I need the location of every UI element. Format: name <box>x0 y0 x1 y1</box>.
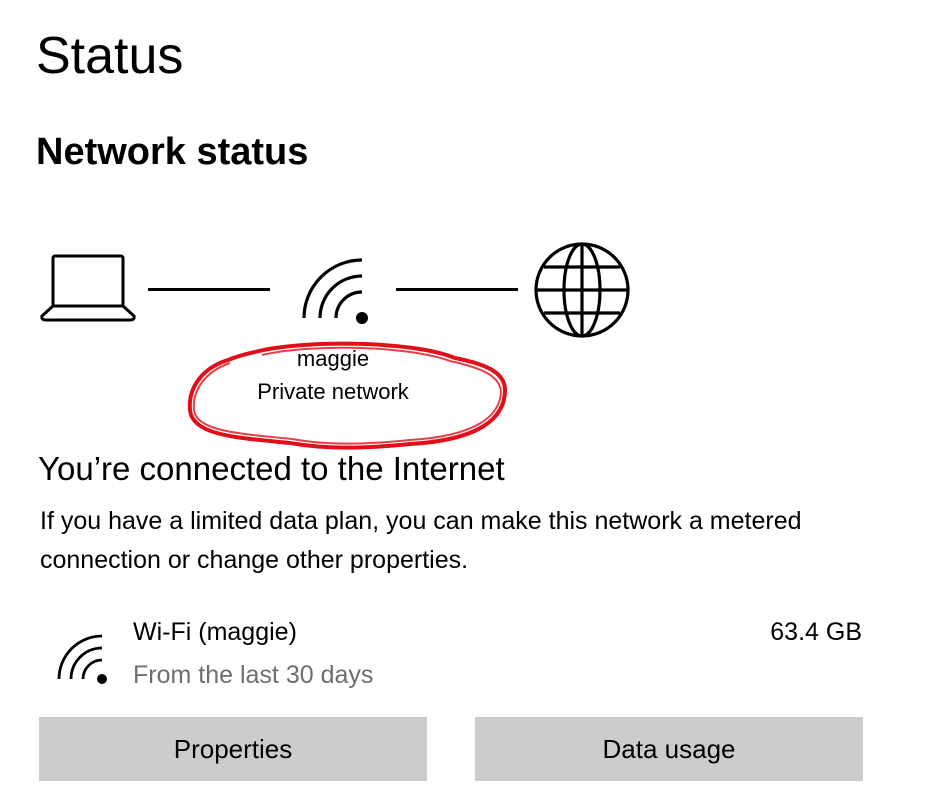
usage-period: From the last 30 days <box>133 661 374 689</box>
connection-description: If you have a limited data plan, you can… <box>40 507 802 574</box>
network-name: maggie <box>296 346 370 371</box>
wifi-icon <box>57 634 107 684</box>
connected-heading: You’re connected to the Internet <box>38 450 505 487</box>
laptop-icon <box>40 254 136 322</box>
connector-line-right <box>396 288 518 291</box>
connector-line-left <box>148 288 270 291</box>
adapter-row: Wi-Fi (maggie) From the last 30 days 63.… <box>40 612 870 698</box>
wifi-icon <box>302 258 368 324</box>
adapter-name: Wi-Fi (maggie) <box>133 618 297 646</box>
network-type: Private network <box>257 379 409 404</box>
page-title: Status <box>36 27 184 85</box>
data-usage-button[interactable]: Data usage <box>475 717 863 781</box>
data-usage-amount: 63.4 GB <box>770 618 862 646</box>
network-status-heading: Network status <box>36 131 309 173</box>
properties-button[interactable]: Properties <box>39 717 427 781</box>
globe-icon <box>534 242 630 338</box>
